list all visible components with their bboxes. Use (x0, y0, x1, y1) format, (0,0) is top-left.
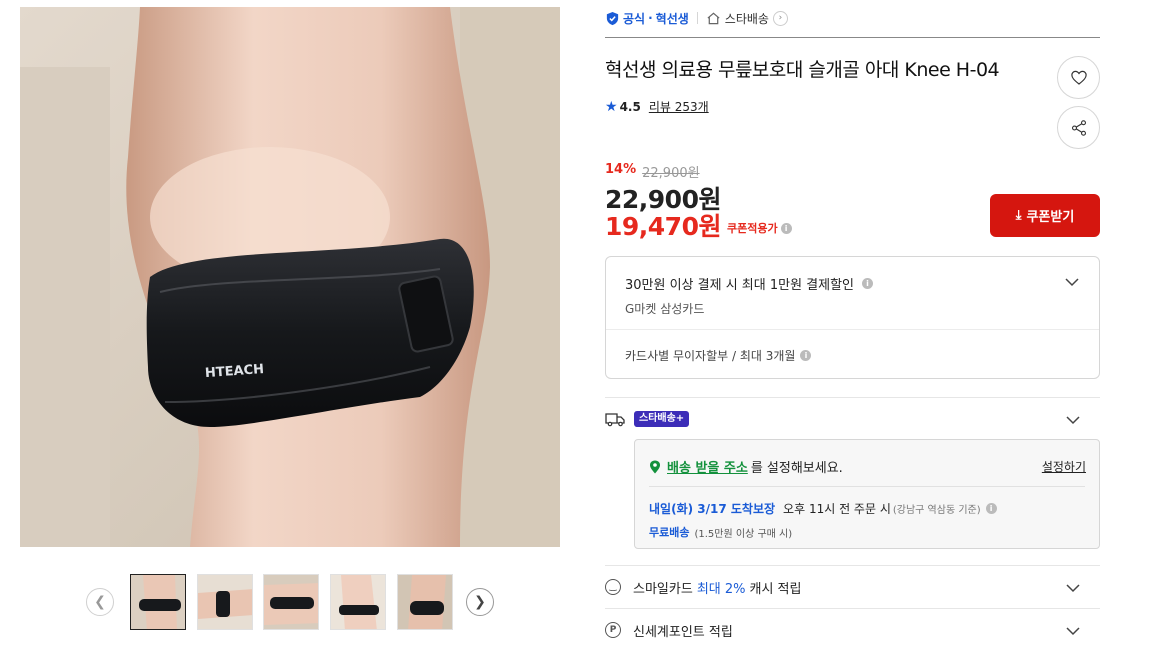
smile-card-icon: ‿ (605, 579, 621, 595)
info-icon[interactable]: i (800, 350, 812, 361)
section-divider (605, 565, 1100, 566)
discount-rate: 14% (605, 162, 637, 177)
share-icon (1071, 119, 1086, 136)
free-shipping-condition: (1.5만원 이상 구매 시) (694, 528, 793, 540)
coupon-price: 19,470원 (605, 212, 721, 241)
thumbnail-3[interactable] (263, 574, 319, 630)
official-label: 공식 (623, 11, 646, 26)
chevron-down-icon[interactable] (1064, 411, 1082, 429)
order-cutoff: 오후 11시 전 주문 시 (783, 502, 891, 516)
thumbnail-image (131, 575, 185, 629)
location-pin-icon (650, 460, 660, 473)
coupon-download-button[interactable]: ⤓ 쿠폰받기 (990, 194, 1100, 237)
divider (696, 12, 698, 24)
shinsegae-point-row[interactable]: P 신세계포인트 적립 (605, 619, 1100, 641)
card-discount-subtitle: G마켓 삼성카드 (625, 302, 705, 316)
arrival-location: (강남구 역삼동 기준) (892, 505, 981, 516)
share-button[interactable] (1057, 106, 1100, 149)
smile-card-benefit-row[interactable]: ‿ 스마일카드 최대 2% 캐시 적립 (605, 576, 1100, 598)
installment-row: 카드사별 무이자할부 / 최대 3개월 i (625, 347, 812, 364)
seller-badge-row: 공식 · 혁선생 스타배송 › (605, 8, 788, 28)
benefit-suffix: 캐시 적립 (749, 581, 802, 597)
review-count-link[interactable]: 리뷰 253개 (649, 98, 709, 115)
coupon-price-row: 19,470원 쿠폰적용가 i (605, 207, 792, 243)
card-discount-box: 30만원 이상 결제 시 최대 1만원 결제할인 i G마켓 삼성카드 카드사별… (605, 256, 1100, 379)
official-store-link[interactable]: 공식 · 혁선생 (605, 10, 689, 27)
address-prompt: 를 설정해보세요. (750, 461, 843, 476)
section-divider (605, 397, 1100, 398)
thumbnail-image (198, 575, 252, 629)
thumbnail-2[interactable] (197, 574, 253, 630)
shipping-info-box: 배송 받을 주소 를 설정해보세요. 설정하기 내일(화) 3/17 도착보장 … (634, 439, 1100, 549)
card-discount-title-row[interactable]: 30만원 이상 결제 시 최대 1만원 결제할인 i (625, 274, 874, 293)
wishlist-button[interactable] (1057, 56, 1100, 99)
truck-icon (605, 413, 625, 427)
original-price: 22,900원 (642, 166, 700, 181)
thumbnail-next-button[interactable]: ❯ (466, 588, 494, 616)
delivery-label: 스타배송 (724, 11, 769, 26)
benefit-highlight: 최대 2% (696, 581, 746, 597)
info-icon[interactable]: i (780, 222, 792, 234)
info-icon[interactable]: i (985, 503, 997, 514)
rating-row: ★ 4.5 리뷰 253개 (605, 98, 709, 115)
thumbnail-prev-button[interactable]: ❮ (86, 588, 114, 616)
info-icon[interactable]: i (862, 278, 874, 289)
product-title: 혁선생 의료용 무릎보호대 슬개골 아대 Knee H-04 (605, 59, 1000, 81)
thumbnail-4[interactable] (330, 574, 386, 630)
home-icon (707, 12, 720, 24)
benefit-prefix: 스마일카드 (633, 581, 693, 597)
address-row: 배송 받을 주소 를 설정해보세요. (649, 457, 843, 476)
card-box-divider (606, 329, 1099, 330)
arrival-date: 내일(화) 3/17 도착보장 (649, 502, 776, 516)
section-divider (605, 608, 1100, 609)
arrival-row: 내일(화) 3/17 도착보장 오후 11시 전 주문 시 (강남구 역삼동 기… (649, 500, 997, 517)
thumbnail-1[interactable] (130, 574, 186, 630)
free-shipping-row: 무료배송 (1.5만원 이상 구매 시) (649, 524, 792, 540)
coupon-price-label: 쿠폰적용가 (726, 222, 778, 235)
star-delivery-plus-badge: 스타배송+ (634, 411, 690, 427)
chevron-down-icon[interactable] (1064, 622, 1082, 640)
shield-check-icon (606, 11, 619, 25)
chevron-down-icon[interactable] (1063, 273, 1081, 291)
header-divider (605, 37, 1100, 38)
thumbnail-image (398, 575, 452, 629)
card-discount-title: 30만원 이상 결제 시 최대 1만원 결제할인 (625, 278, 855, 293)
set-address-link[interactable]: 설정하기 (1042, 458, 1086, 475)
chevron-right-icon: › (772, 10, 788, 26)
address-link[interactable]: 배송 받을 주소 (667, 457, 748, 476)
point-p-icon: P (605, 622, 621, 638)
installment-text: 카드사별 무이자할부 / 최대 3개월 (625, 349, 796, 363)
heart-icon (1070, 70, 1087, 85)
thumbnail-image (331, 575, 385, 629)
product-main-image[interactable]: HTEACH (20, 7, 560, 547)
shipping-box-divider (649, 486, 1085, 487)
benefit-prefix: 신세계포인트 적립 (633, 624, 733, 640)
chevron-down-icon[interactable] (1064, 579, 1082, 597)
thumbnail-image (264, 575, 318, 629)
thumbnail-carousel: ❮ ❯ (86, 574, 496, 630)
shipping-header[interactable]: 스타배송+ (605, 407, 1100, 431)
brand-name: 혁선생 (655, 11, 689, 26)
product-info-panel: 공식 · 혁선생 스타배송 › 혁선생 의료용 무릎보호대 슬개골 아대 Kne… (605, 0, 1100, 648)
discount-row: 14% 22,900원 (605, 162, 700, 181)
knee-brace-photo: HTEACH (20, 7, 560, 547)
download-icon: ⤓ (1015, 208, 1022, 223)
star-delivery-link[interactable]: 스타배송 › (706, 10, 788, 27)
coupon-button-label: 쿠폰받기 (1026, 210, 1075, 225)
rating-score: 4.5 (619, 99, 641, 114)
free-shipping-label: 무료배송 (649, 526, 690, 539)
thumbnail-5[interactable] (397, 574, 453, 630)
star-icon: ★ (605, 98, 618, 115)
